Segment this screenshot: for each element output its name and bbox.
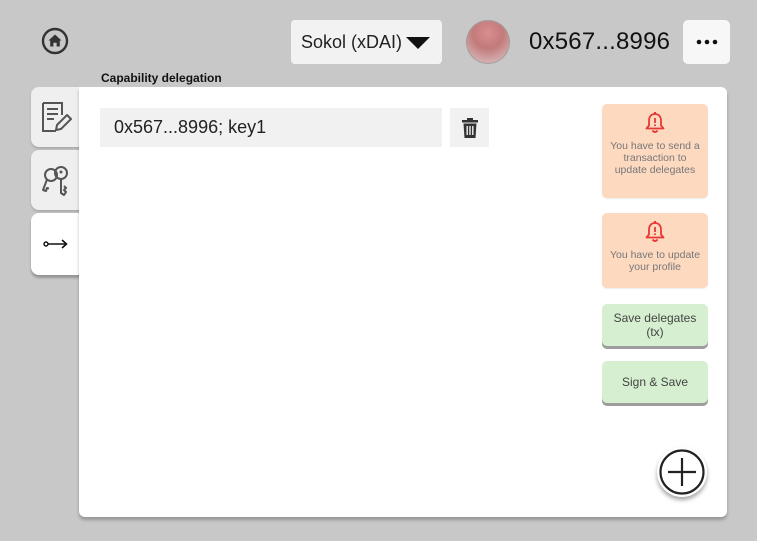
sign-save-label: Sign & Save: [621, 375, 689, 389]
more-horizontal-icon: [696, 39, 717, 45]
tab-delegation[interactable]: [31, 213, 81, 275]
save-delegates-button[interactable]: Save delegates (tx): [602, 304, 708, 346]
edit-document-icon: [42, 102, 72, 132]
network-select-value: Sokol (xDAI): [301, 31, 403, 52]
notice-send-transaction: You have to send a transaction to update…: [602, 104, 708, 198]
caret-down-icon: [406, 37, 430, 49]
delegate-item[interactable]: 0x567...8996; key1: [100, 108, 442, 147]
bell-alert-icon: [645, 112, 665, 133]
more-menu-button[interactable]: [683, 20, 730, 64]
home-icon: [41, 27, 69, 55]
bell-alert-icon: [645, 221, 665, 242]
add-delegate-button[interactable]: [657, 447, 707, 497]
delete-delegate-button[interactable]: [450, 108, 489, 147]
delegate-item-label: 0x567...8996; key1: [114, 117, 267, 137]
home-button[interactable]: [40, 26, 70, 56]
account-address: 0x567...8996: [529, 28, 671, 55]
network-select[interactable]: Sokol (xDAI): [291, 20, 442, 64]
section-title: Capability delegation: [101, 71, 222, 85]
avatar[interactable]: [466, 20, 510, 64]
save-delegates-label: Save delegates (tx): [613, 311, 697, 339]
sign-save-button[interactable]: Sign & Save: [602, 361, 708, 403]
delegation-arrow-icon: [43, 239, 68, 249]
notice-text: You have to update your profile: [609, 249, 701, 273]
keys-icon: [42, 166, 68, 196]
notice-text: You have to send a transaction to update…: [610, 140, 700, 176]
delegation-panel: 0x567...8996; key1 You have to send a tr…: [79, 87, 727, 517]
notice-update-profile: You have to update your profile: [602, 213, 708, 288]
trash-icon: [461, 117, 478, 138]
plus-circle-icon: [659, 449, 705, 495]
tab-profile[interactable]: [31, 87, 81, 147]
tab-keys[interactable]: [31, 150, 81, 210]
